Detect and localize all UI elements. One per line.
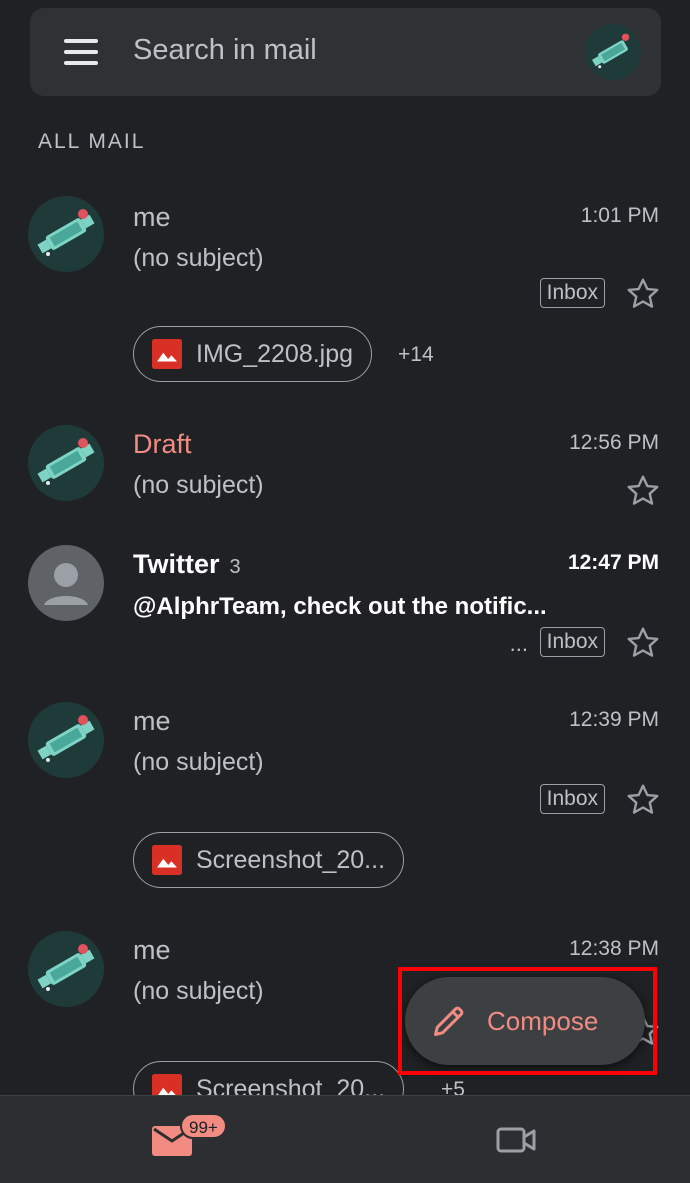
- mail-subject: (no subject): [133, 977, 264, 1005]
- attachment-name: IMG_2208.jpg: [196, 339, 354, 368]
- sender-name: me: [133, 706, 171, 736]
- account-avatar[interactable]: [585, 24, 641, 80]
- mail-row[interactable]: Draft 12:56 PM (no subject): [0, 425, 690, 525]
- gmail-screen: Search in mail ALL MAIL me 1:01 PM (no s…: [0, 0, 690, 1183]
- sender-avatar: [28, 545, 104, 621]
- star-icon[interactable]: [625, 782, 661, 818]
- pencil-icon: [434, 1006, 464, 1036]
- snippet-ellipsis: ...: [509, 631, 528, 656]
- sender-avatar: [28, 702, 104, 778]
- thread-count: 3: [229, 556, 241, 578]
- sender-avatar: [28, 931, 104, 1007]
- star-icon[interactable]: [625, 625, 661, 661]
- more-attachments: +14: [398, 343, 434, 366]
- sender-name: me: [133, 202, 171, 232]
- section-label: ALL MAIL: [38, 130, 146, 153]
- mail-subject: (no subject): [133, 471, 264, 499]
- inbox-label: Inbox: [539, 627, 605, 657]
- mail-subject: @AlphrTeam, check out the notific...: [133, 593, 547, 620]
- mail-row[interactable]: me 1:01 PM (no subject) Inbox IMG_2208.j…: [0, 196, 690, 392]
- attachment-chip[interactable]: IMG_2208.jpg: [133, 326, 373, 382]
- compose-label: Compose: [487, 1006, 599, 1036]
- mail-row[interactable]: Twitter 3 12:47 PM @AlphrTeam, check out …: [0, 545, 690, 670]
- search-bar[interactable]: Search in mail: [30, 8, 661, 96]
- star-icon[interactable]: [625, 276, 661, 312]
- search-input[interactable]: Search in mail: [133, 34, 317, 67]
- attachment-chip[interactable]: Screenshot_20...: [133, 832, 405, 888]
- mail-time: 12:38 PM: [569, 937, 659, 960]
- star-icon[interactable]: [625, 473, 661, 509]
- mail-time: 1:01 PM: [580, 204, 659, 227]
- inbox-label: Inbox: [539, 278, 605, 308]
- attachment-name: Screenshot_20...: [196, 845, 386, 874]
- sender-name: Twitter 3: [133, 549, 241, 580]
- mail-time: 12:47 PM: [567, 551, 659, 574]
- video-icon[interactable]: [496, 1124, 536, 1156]
- menu-icon[interactable]: [64, 39, 98, 65]
- sender-avatar: [28, 425, 104, 501]
- compose-button[interactable]: Compose: [405, 977, 645, 1065]
- inbox-label: Inbox: [539, 784, 605, 814]
- mail-time: 12:39 PM: [569, 708, 659, 731]
- sender-label: Twitter: [133, 549, 220, 579]
- sender-name: Draft: [133, 429, 192, 459]
- unread-badge: 99+: [180, 1113, 227, 1139]
- image-icon: [152, 845, 182, 875]
- image-icon: [152, 339, 182, 369]
- sender-name: me: [133, 935, 171, 965]
- mail-time: 12:56 PM: [569, 431, 659, 454]
- mail-subject: (no subject): [133, 748, 264, 776]
- bottom-nav: 99+: [0, 1095, 690, 1183]
- mail-subject: (no subject): [133, 244, 264, 272]
- mail-row[interactable]: me 12:39 PM (no subject) Inbox Screensho…: [0, 702, 690, 898]
- sender-avatar: [28, 196, 104, 272]
